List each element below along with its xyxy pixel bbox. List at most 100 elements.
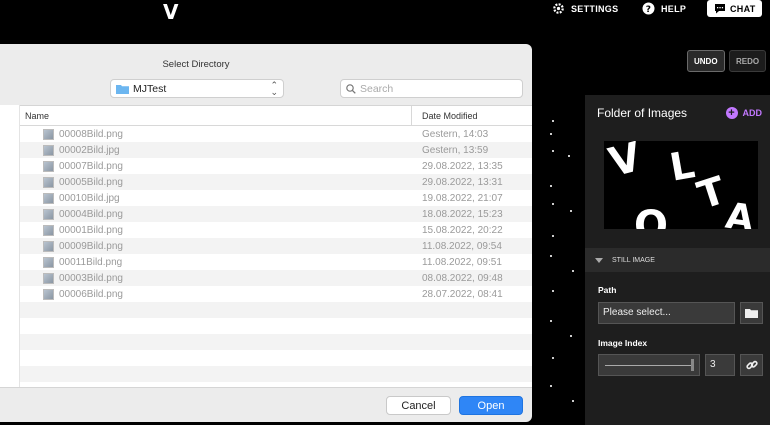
canvas-dots [532, 95, 584, 425]
file-rows: 00008Bild.png Gestern, 14:03 00002Bild.jp… [20, 126, 532, 382]
folder-of-images-panel: Folder of Images + ADD V L T O A STILL I… [585, 95, 770, 425]
thumb-letter-v: V [604, 141, 646, 186]
image-file-icon [43, 128, 54, 140]
list-item[interactable]: 00005Bild.png 29.08.2022, 13:31 [20, 174, 532, 190]
panel-title: Folder of Images [597, 106, 688, 120]
image-index-slider[interactable] [598, 354, 700, 376]
file-name: 00002Bild.jpg [59, 144, 120, 156]
search-input[interactable] [360, 82, 510, 95]
thumb-letter-l: L [666, 142, 697, 190]
folder-icon [745, 309, 758, 318]
image-index-field[interactable]: 3 [705, 354, 735, 376]
help-icon: ? [642, 2, 655, 15]
file-name: 00010Bild.jpg [59, 192, 120, 204]
gear-icon [552, 2, 565, 15]
redo-button[interactable]: REDO [729, 50, 767, 72]
file-name: 00009Bild.png [59, 240, 123, 252]
settings-label: SETTINGS [571, 3, 619, 14]
file-date: 18.08.2022, 15:23 [422, 208, 503, 220]
image-file-icon [43, 144, 54, 156]
folder-icon [116, 84, 129, 94]
link-button[interactable] [740, 354, 763, 376]
file-date: 11.08.2022, 09:51 [422, 256, 502, 268]
chat-icon [713, 2, 726, 15]
help-label: HELP [661, 3, 687, 14]
file-date: 29.08.2022, 13:31 [422, 176, 503, 188]
undo-button[interactable]: UNDO [687, 50, 725, 72]
add-button[interactable]: + ADD [725, 107, 763, 119]
location-value: MJTest [133, 82, 167, 95]
svg-text:?: ? [646, 5, 652, 15]
list-item[interactable]: 00008Bild.png Gestern, 14:03 [20, 126, 532, 142]
section-label: STILL IMAGE [612, 256, 655, 264]
still-image-section-header[interactable]: STILL IMAGE [585, 248, 770, 272]
image-file-icon [43, 192, 54, 204]
path-field[interactable]: Please select... [598, 302, 735, 324]
file-date: 19.08.2022, 21:07 [422, 192, 503, 204]
list-item[interactable]: 00006Bild.png 28.07.2022, 08:41 [20, 286, 532, 302]
image-file-icon [43, 256, 54, 268]
list-item[interactable]: 00003Bild.png 08.08.2022, 09:48 [20, 270, 532, 286]
help-button[interactable]: ? HELP [642, 0, 686, 17]
empty-row [20, 350, 532, 366]
file-name: 00005Bild.png [59, 176, 123, 188]
file-date: 08.08.2022, 09:48 [422, 272, 503, 284]
list-item[interactable]: 00009Bild.png 11.08.2022, 09:54 [20, 238, 532, 254]
file-name: 00006Bild.png [59, 288, 123, 300]
thumb-letter-t: T [692, 168, 730, 218]
search-box[interactable] [340, 79, 523, 98]
collapse-triangle-icon [595, 257, 603, 263]
image-file-icon [43, 208, 54, 220]
file-list[interactable]: Name Date Modified 00008Bild.png Gestern,… [20, 105, 532, 387]
image-file-icon [43, 240, 54, 252]
list-item[interactable]: 00004Bild.png 18.08.2022, 15:23 [20, 206, 532, 222]
location-dropdown[interactable]: MJTest ⌃ ⌄ [110, 79, 284, 98]
thumb-letter-a: A [723, 196, 756, 229]
column-header-date[interactable]: Date Modified [412, 106, 532, 125]
file-date: 11.08.2022, 09:54 [422, 240, 502, 252]
file-date: Gestern, 13:59 [422, 144, 489, 156]
empty-row [20, 318, 532, 334]
chat-button[interactable]: CHAT [707, 0, 762, 17]
cancel-button[interactable]: Cancel [386, 396, 451, 415]
chat-label: CHAT [730, 3, 756, 14]
empty-row [20, 366, 532, 382]
updown-chevron-icon: ⌃ ⌄ [270, 80, 278, 97]
file-date: Gestern, 14:03 [422, 128, 489, 140]
file-name: 00008Bild.png [59, 128, 123, 140]
image-file-icon [43, 288, 54, 300]
search-icon [346, 83, 356, 94]
image-thumbnail: V L T O A [604, 141, 758, 229]
empty-row [20, 302, 532, 318]
open-button[interactable]: Open [459, 396, 523, 415]
image-file-icon [43, 176, 54, 188]
image-file-icon [43, 160, 54, 172]
slider-handle[interactable] [691, 359, 694, 371]
add-label: ADD [742, 108, 763, 118]
link-icon [745, 360, 758, 370]
image-file-icon [43, 272, 54, 284]
file-date: 15.08.2022, 20:22 [422, 224, 503, 236]
list-item[interactable]: 00007Bild.png 29.08.2022, 13:35 [20, 158, 532, 174]
list-item[interactable]: 00011Bild.png 11.08.2022, 09:51 [20, 254, 532, 270]
thumb-letter-o: O [634, 203, 668, 229]
settings-button[interactable]: SETTINGS [552, 0, 618, 17]
select-directory-dialog: Select Directory MJTest ⌃⌄ Name Date Mod… [0, 44, 532, 422]
file-name: 00003Bild.png [59, 272, 123, 284]
app-logo: V [163, 0, 180, 24]
file-date: 28.07.2022, 08:41 [422, 288, 503, 300]
file-date: 29.08.2022, 13:35 [422, 160, 503, 172]
browse-folder-button[interactable] [740, 302, 763, 324]
list-item[interactable]: 00010Bild.jpg 19.08.2022, 21:07 [20, 190, 532, 206]
file-name: 00011Bild.png [59, 256, 123, 268]
plus-icon: + [725, 107, 738, 119]
file-name: 00001Bild.png [59, 224, 123, 236]
app-top-bar: V SETTINGS ? HELP CHAT [0, 0, 770, 24]
list-item[interactable]: 00002Bild.jpg Gestern, 13:59 [20, 142, 532, 158]
list-item[interactable]: 00001Bild.png 15.08.2022, 20:22 [20, 222, 532, 238]
column-header-name[interactable]: Name [20, 106, 412, 125]
dialog-title: Select Directory [162, 59, 230, 70]
empty-row [20, 334, 532, 350]
image-index-label: Image Index [598, 338, 648, 348]
file-name: 00004Bild.png [59, 208, 123, 220]
